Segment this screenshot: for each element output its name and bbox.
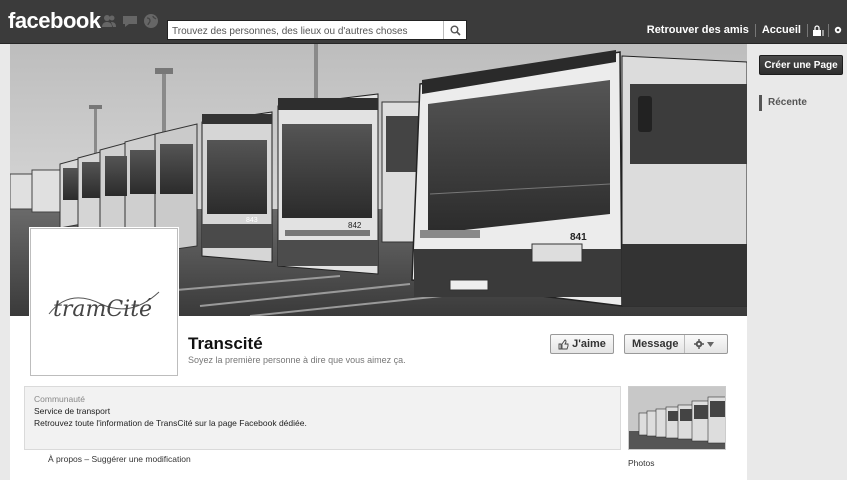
bus-number: 842 — [348, 221, 362, 230]
category[interactable]: Service de transport — [34, 405, 611, 417]
photos-thumbnail[interactable] — [628, 386, 726, 450]
about-link[interactable]: À propos — [48, 454, 82, 464]
search-icon — [450, 25, 461, 36]
privacy-shortcuts-icon[interactable] — [808, 24, 828, 36]
about-box: Communauté Service de transport Retrouve… — [24, 386, 621, 450]
timeline-recent-link[interactable]: Récente — [759, 95, 807, 111]
photos-label[interactable]: Photos — [628, 458, 654, 468]
search-button[interactable] — [443, 21, 466, 39]
message-button-group: Message — [624, 334, 728, 354]
category-group: Communauté — [34, 394, 86, 404]
transcite-logo: tramCité — [48, 291, 160, 322]
find-friends-link[interactable]: Retrouver des amis — [641, 24, 755, 36]
notifications-globe-icon[interactable] — [142, 12, 160, 30]
create-page-button[interactable]: Créer une Page — [759, 55, 843, 75]
settings-gear-icon[interactable] — [829, 25, 847, 35]
gear-icon — [694, 339, 705, 349]
facebook-logo[interactable]: facebook — [8, 8, 101, 34]
suggest-edit-link[interactable]: Suggérer une modification — [92, 454, 191, 464]
search-box — [167, 20, 467, 41]
like-label: J'aime — [572, 338, 606, 350]
page-timeline: 843 842 841 tramCité Transcité Soyez la … — [10, 44, 747, 480]
about-links: À propos – Suggérer une modification — [48, 454, 191, 464]
friend-requests-icon[interactable] — [100, 12, 118, 30]
thumbs-up-icon — [558, 339, 569, 349]
page-options-dropdown[interactable] — [688, 339, 720, 349]
message-button[interactable]: Message — [625, 335, 686, 353]
search-input[interactable] — [168, 22, 446, 41]
home-link[interactable]: Accueil — [756, 24, 807, 36]
like-button[interactable]: J'aime — [550, 334, 614, 354]
page-title[interactable]: Transcité — [188, 334, 263, 354]
chevron-down-icon — [707, 341, 715, 347]
profile-picture[interactable]: tramCité — [30, 228, 178, 376]
logo-text: tramCité — [53, 297, 152, 322]
top-nav: Retrouver des amis Accueil — [641, 22, 847, 38]
bus-number: 841 — [570, 232, 587, 243]
link-separator: – — [84, 454, 90, 464]
page-description: Retrouvez toute l'information de TransCi… — [34, 418, 307, 428]
like-prompt: Soyez la première personne à dire que vo… — [188, 355, 406, 365]
bus-photo-thumbnail — [629, 387, 725, 449]
top-bar: facebook Retrouver des amis Accueil — [0, 0, 847, 44]
messages-icon[interactable] — [121, 12, 139, 30]
bus-number: 843 — [246, 217, 258, 224]
